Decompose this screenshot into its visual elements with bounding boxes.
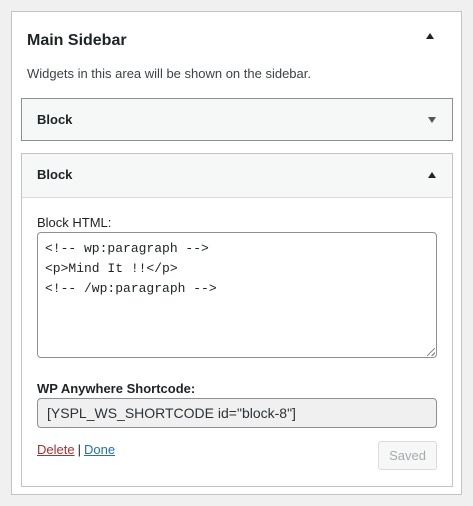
block-html-label: Block HTML: <box>37 215 112 230</box>
block-html-textarea[interactable]: <!-- wp:paragraph --> <p>Mind It !!</p> … <box>37 232 437 358</box>
done-link[interactable]: Done <box>84 442 115 457</box>
action-separator: | <box>77 442 81 457</box>
widget-actions: Delete | Done <box>37 441 115 459</box>
delete-link[interactable]: Delete <box>37 442 75 457</box>
chevron-up-icon[interactable] <box>428 172 436 178</box>
saved-button[interactable]: Saved <box>378 441 437 470</box>
widget-title: Block <box>37 167 73 182</box>
widget-block-collapsed[interactable]: Block <box>21 98 453 141</box>
sidebar-title: Main Sidebar <box>27 32 127 49</box>
widget-block-expanded: Block Block HTML: <!-- wp:paragraph --> … <box>21 153 453 487</box>
main-sidebar-panel: Main Sidebar Widgets in this area will b… <box>11 11 462 495</box>
widget-header[interactable]: Block <box>22 154 452 198</box>
resize-handle-icon[interactable] <box>427 348 435 356</box>
chevron-down-icon[interactable] <box>428 117 436 123</box>
shortcode-field[interactable]: [YSPL_WS_SHORTCODE id="block-8"] <box>37 398 437 428</box>
chevron-up-icon[interactable] <box>426 33 434 39</box>
widget-title: Block <box>37 112 73 127</box>
shortcode-label: WP Anywhere Shortcode: <box>37 381 196 396</box>
sidebar-description: Widgets in this area will be shown on th… <box>27 66 311 81</box>
